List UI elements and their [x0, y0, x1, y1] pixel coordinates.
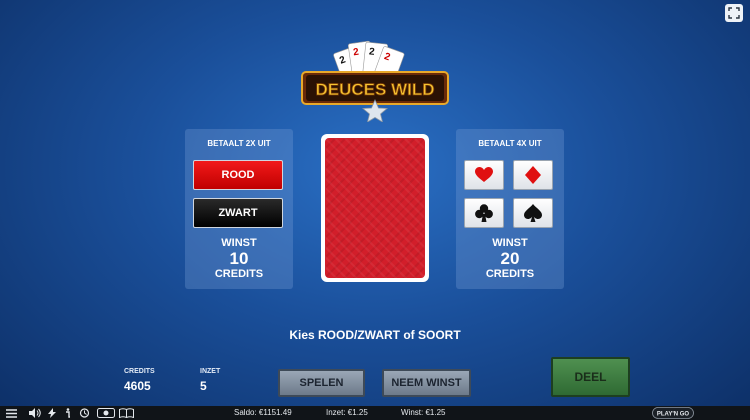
sound-icon[interactable]	[29, 408, 41, 418]
deal-button[interactable]: DEEL	[551, 357, 630, 397]
bet-label: INZET	[200, 368, 221, 375]
play-button[interactable]: SPELEN	[278, 369, 365, 397]
color-win-unit: CREDITS	[214, 268, 264, 280]
credits-value: 4605	[124, 379, 151, 393]
diamond-icon	[525, 166, 541, 184]
color-win-block: WINST 10 CREDITS	[185, 237, 293, 280]
history-icon[interactable]	[79, 408, 90, 418]
suit-win-unit: CREDITS	[485, 268, 535, 280]
spade-icon	[524, 204, 542, 222]
color-win-label: WINST	[221, 237, 257, 249]
fullscreen-button[interactable]	[725, 4, 743, 22]
heart-icon	[475, 167, 493, 182]
black-button[interactable]: ZWART	[193, 198, 283, 228]
card-back-pattern	[325, 138, 425, 278]
hearts-button[interactable]	[464, 160, 504, 190]
credits-label: CREDITS	[124, 368, 155, 375]
bottom-bar: Saldo: €1151.49 Inzet: €1.25 Winst: €1.2…	[0, 406, 750, 420]
red-button[interactable]: ROOD	[193, 160, 283, 190]
bet-value: 5	[200, 379, 207, 393]
suit-win-label: WINST	[492, 237, 528, 249]
info-icon[interactable]	[64, 408, 72, 418]
bet-text: Inzet: €1.25	[326, 408, 368, 417]
instruction-text: Kies ROOD/ZWART of SOORT	[289, 328, 461, 342]
turbo-icon[interactable]	[48, 408, 56, 418]
suit-bet-panel: BETAALT 4X UIT WINST 20 CREDITS	[456, 129, 564, 289]
diamonds-button[interactable]	[513, 160, 553, 190]
win-text: Winst: €1.25	[401, 408, 446, 417]
paytable-icon[interactable]	[119, 408, 134, 418]
logo-text: DEUCES WILD	[316, 80, 435, 99]
balance-text: Saldo: €1151.49	[234, 408, 292, 417]
collect-win-button[interactable]: NEEM WINST	[382, 369, 471, 397]
bet-stat: INZET 5	[200, 368, 220, 393]
provider-logo: PLAY'N GO	[652, 407, 694, 419]
face-down-card	[321, 134, 429, 282]
credits-stat: CREDITS 4605	[124, 368, 155, 393]
suit-win-value: 20	[500, 249, 520, 268]
color-panel-title: BETAALT 2X UIT	[207, 139, 271, 148]
clubs-button[interactable]	[464, 198, 504, 228]
menu-icon[interactable]	[6, 408, 17, 418]
fullscreen-icon	[728, 7, 740, 19]
color-bet-panel: BETAALT 2X UIT ROOD ZWART WINST 10 CREDI…	[185, 129, 293, 289]
autoplay-icon[interactable]	[97, 408, 115, 418]
club-icon	[475, 204, 493, 222]
suit-panel-title: BETAALT 4X UIT	[478, 139, 542, 148]
provider-logo-text: PLAY'N GO	[657, 412, 690, 418]
spades-button[interactable]	[513, 198, 553, 228]
suit-win-block: WINST 20 CREDITS	[456, 237, 564, 280]
game-logo: 2 2 2 2 DEUCES WILD	[300, 34, 450, 123]
color-win-value: 10	[229, 249, 249, 268]
